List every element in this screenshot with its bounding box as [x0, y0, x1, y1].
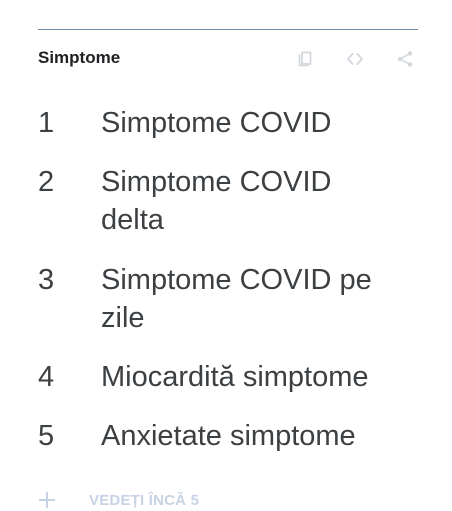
embed-code-icon	[345, 49, 365, 69]
view-more-button[interactable]: VEDEȚI ÎNCĂ 5	[38, 486, 228, 511]
query-label: Simptome COVID	[101, 107, 332, 139]
query-rank: 2	[38, 166, 55, 198]
copy-button[interactable]	[292, 46, 318, 72]
widget-title: Simptome	[38, 48, 121, 67]
query-rank: 5	[38, 420, 55, 452]
query-rank: 1	[38, 107, 55, 139]
related-query-item[interactable]: 1 Simptome COVID	[38, 104, 418, 148]
related-query-item[interactable]: 5 Anxietate simptome	[38, 417, 418, 461]
query-rank: 4	[38, 361, 55, 393]
query-rank: 3	[38, 264, 55, 296]
plus-icon	[38, 491, 56, 509]
share-icon	[395, 49, 415, 69]
related-query-item[interactable]: 2 Simptome COVID delta	[38, 163, 418, 245]
header-actions	[292, 46, 418, 72]
related-queries-widget: Simptome 1 Simptome COVID 2 Simptome COV…	[38, 29, 418, 511]
top-divider	[38, 29, 418, 30]
query-label: Simptome COVID pe zile	[101, 264, 372, 334]
copy-icon	[295, 49, 315, 69]
view-more-label: VEDEȚI ÎNCĂ 5	[89, 491, 200, 509]
share-button[interactable]	[392, 46, 418, 72]
related-query-item[interactable]: 3 Simptome COVID pe zile	[38, 261, 418, 343]
query-label: Simptome COVID delta	[101, 166, 332, 236]
widget-header: Simptome	[38, 46, 418, 72]
query-label: Miocardită simptome	[101, 361, 369, 393]
related-query-item[interactable]: 4 Miocardită simptome	[38, 358, 418, 402]
query-label: Anxietate simptome	[101, 420, 356, 452]
embed-button[interactable]	[342, 46, 368, 72]
